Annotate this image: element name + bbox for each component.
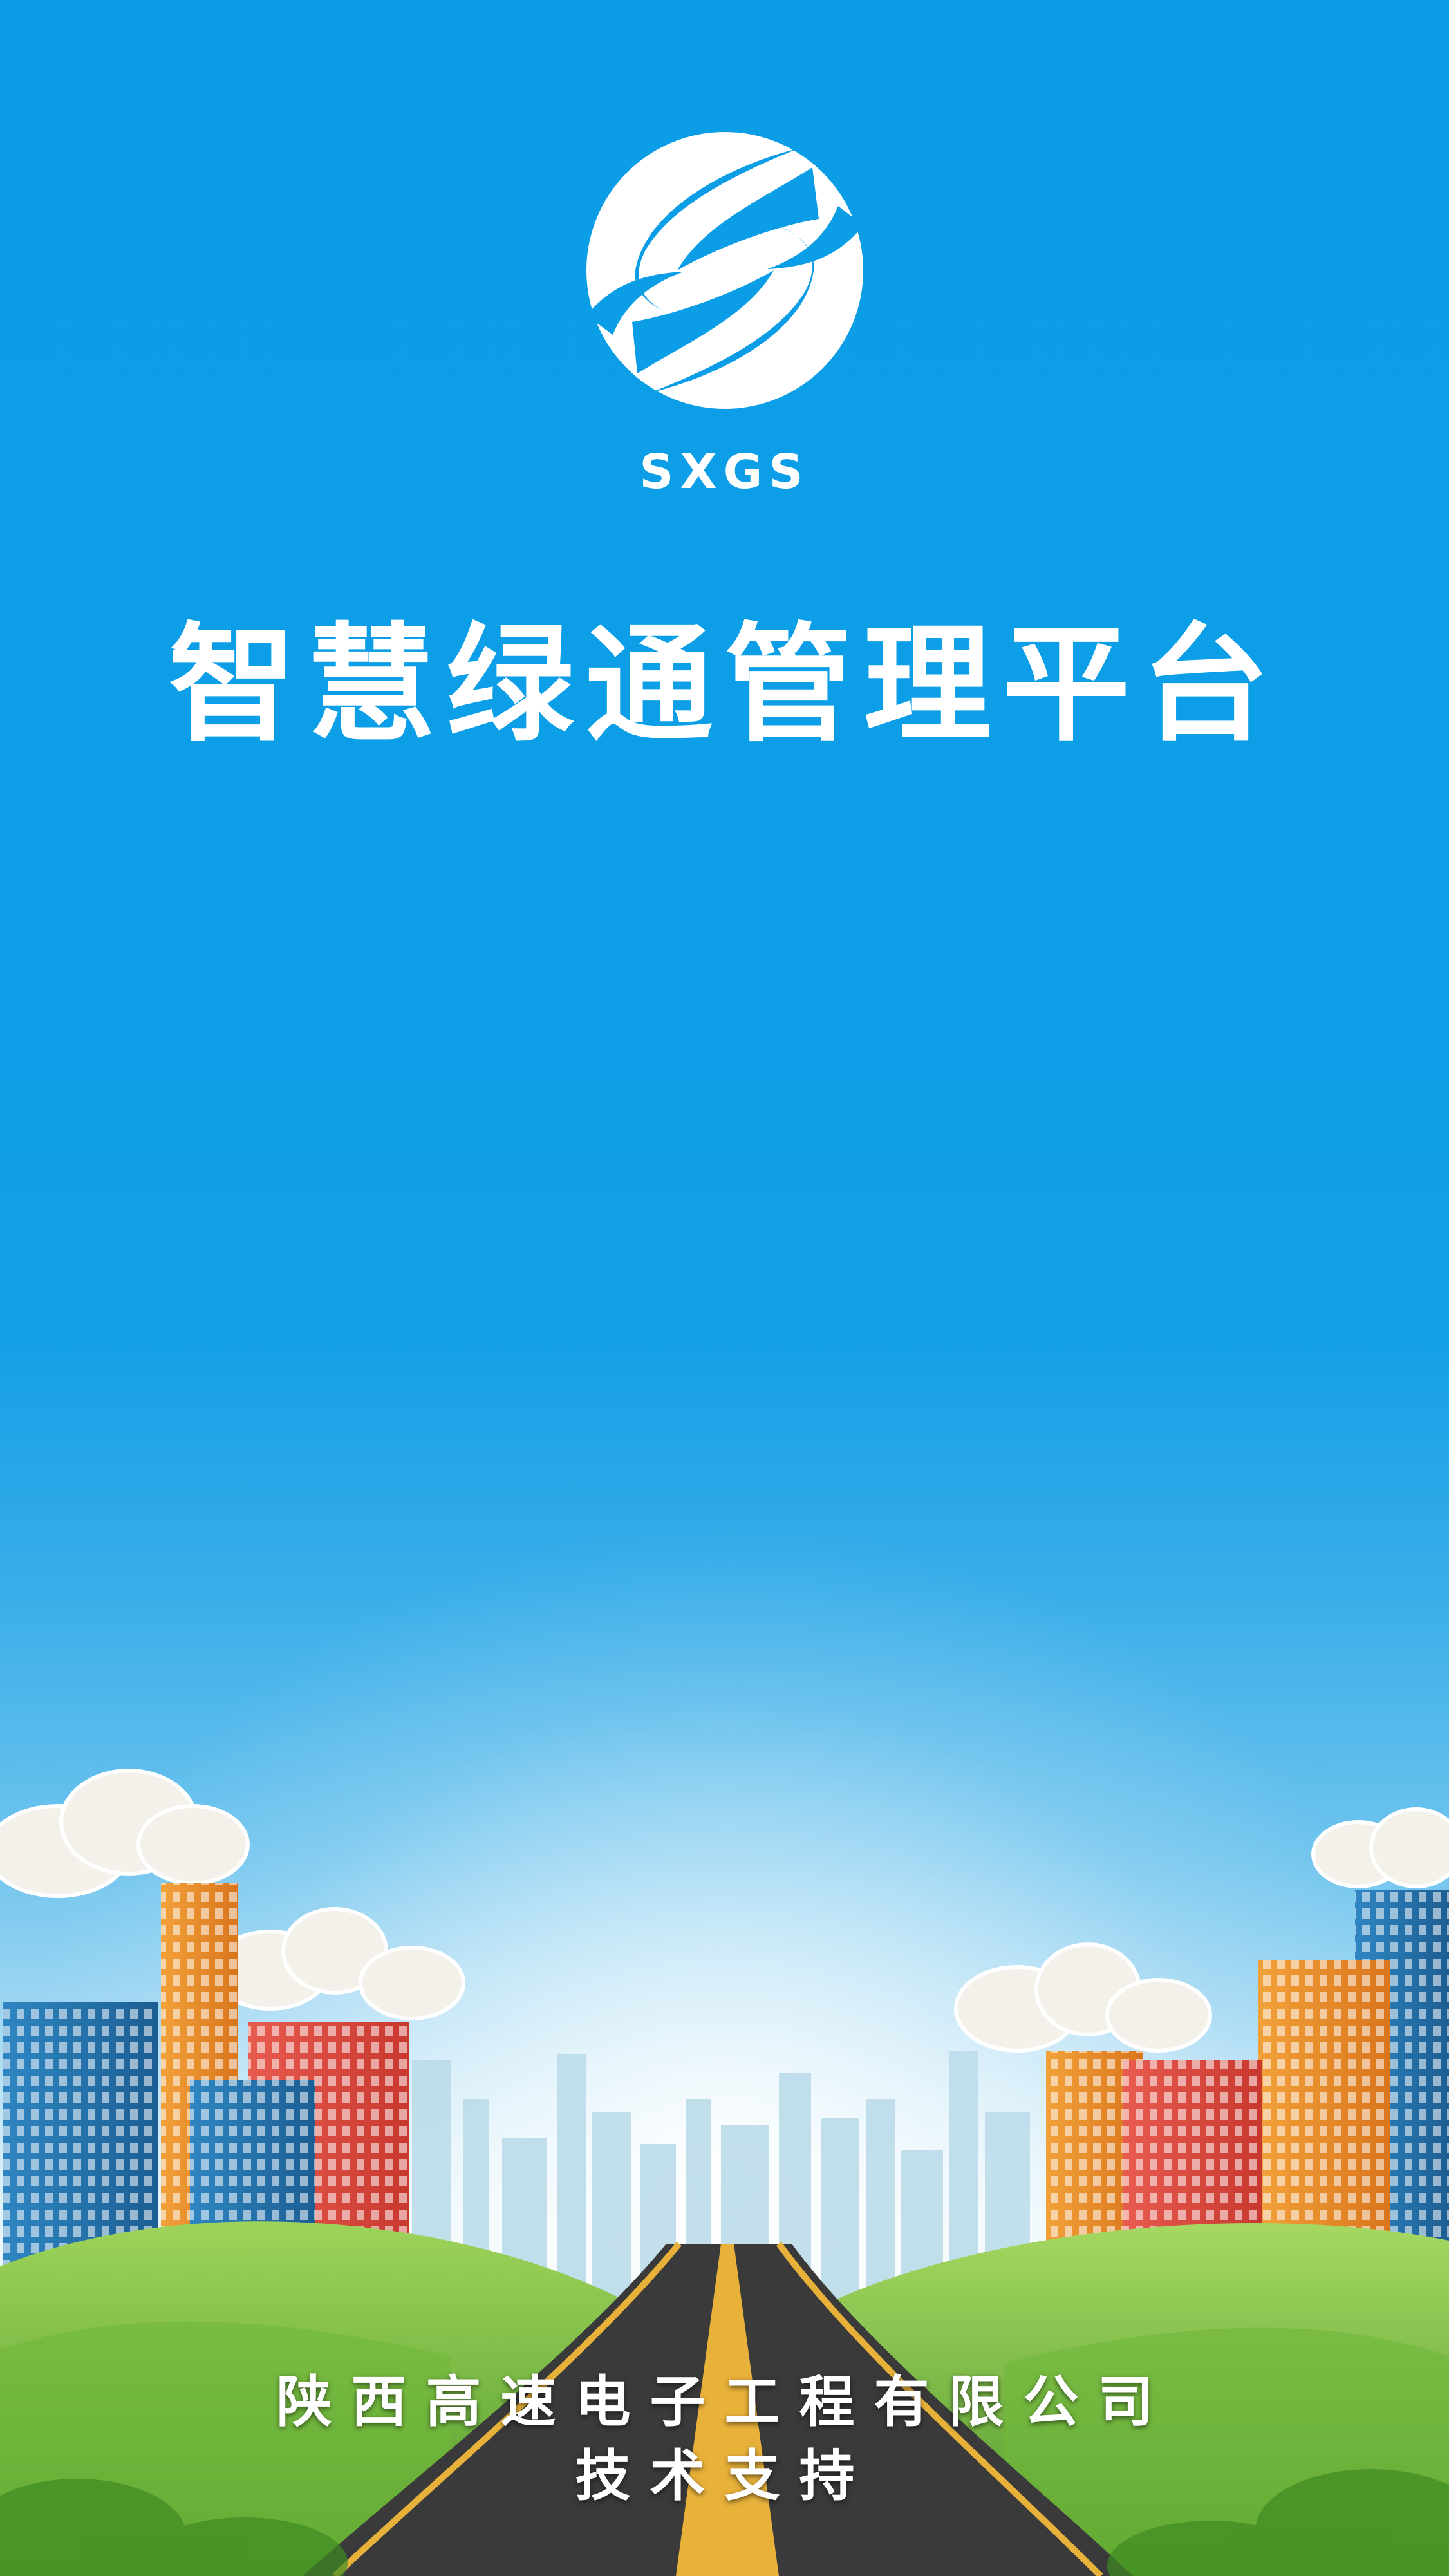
splash-screen: SXGS 智慧绿通管理平台 陕西高速电子工程有限公司 技术支持 (0, 0, 1449, 2576)
company-name: 陕西高速电子工程有限公司 (276, 2370, 1173, 2434)
support-label: 技术支持 (575, 2444, 874, 2509)
app-title: 智慧绿通管理平台 (168, 610, 1281, 759)
sxgs-logo-icon (586, 132, 863, 409)
logo-wordmark: SXGS (639, 444, 810, 500)
footer-credits: 陕西高速电子工程有限公司 技术支持 (0, 2369, 1449, 2510)
